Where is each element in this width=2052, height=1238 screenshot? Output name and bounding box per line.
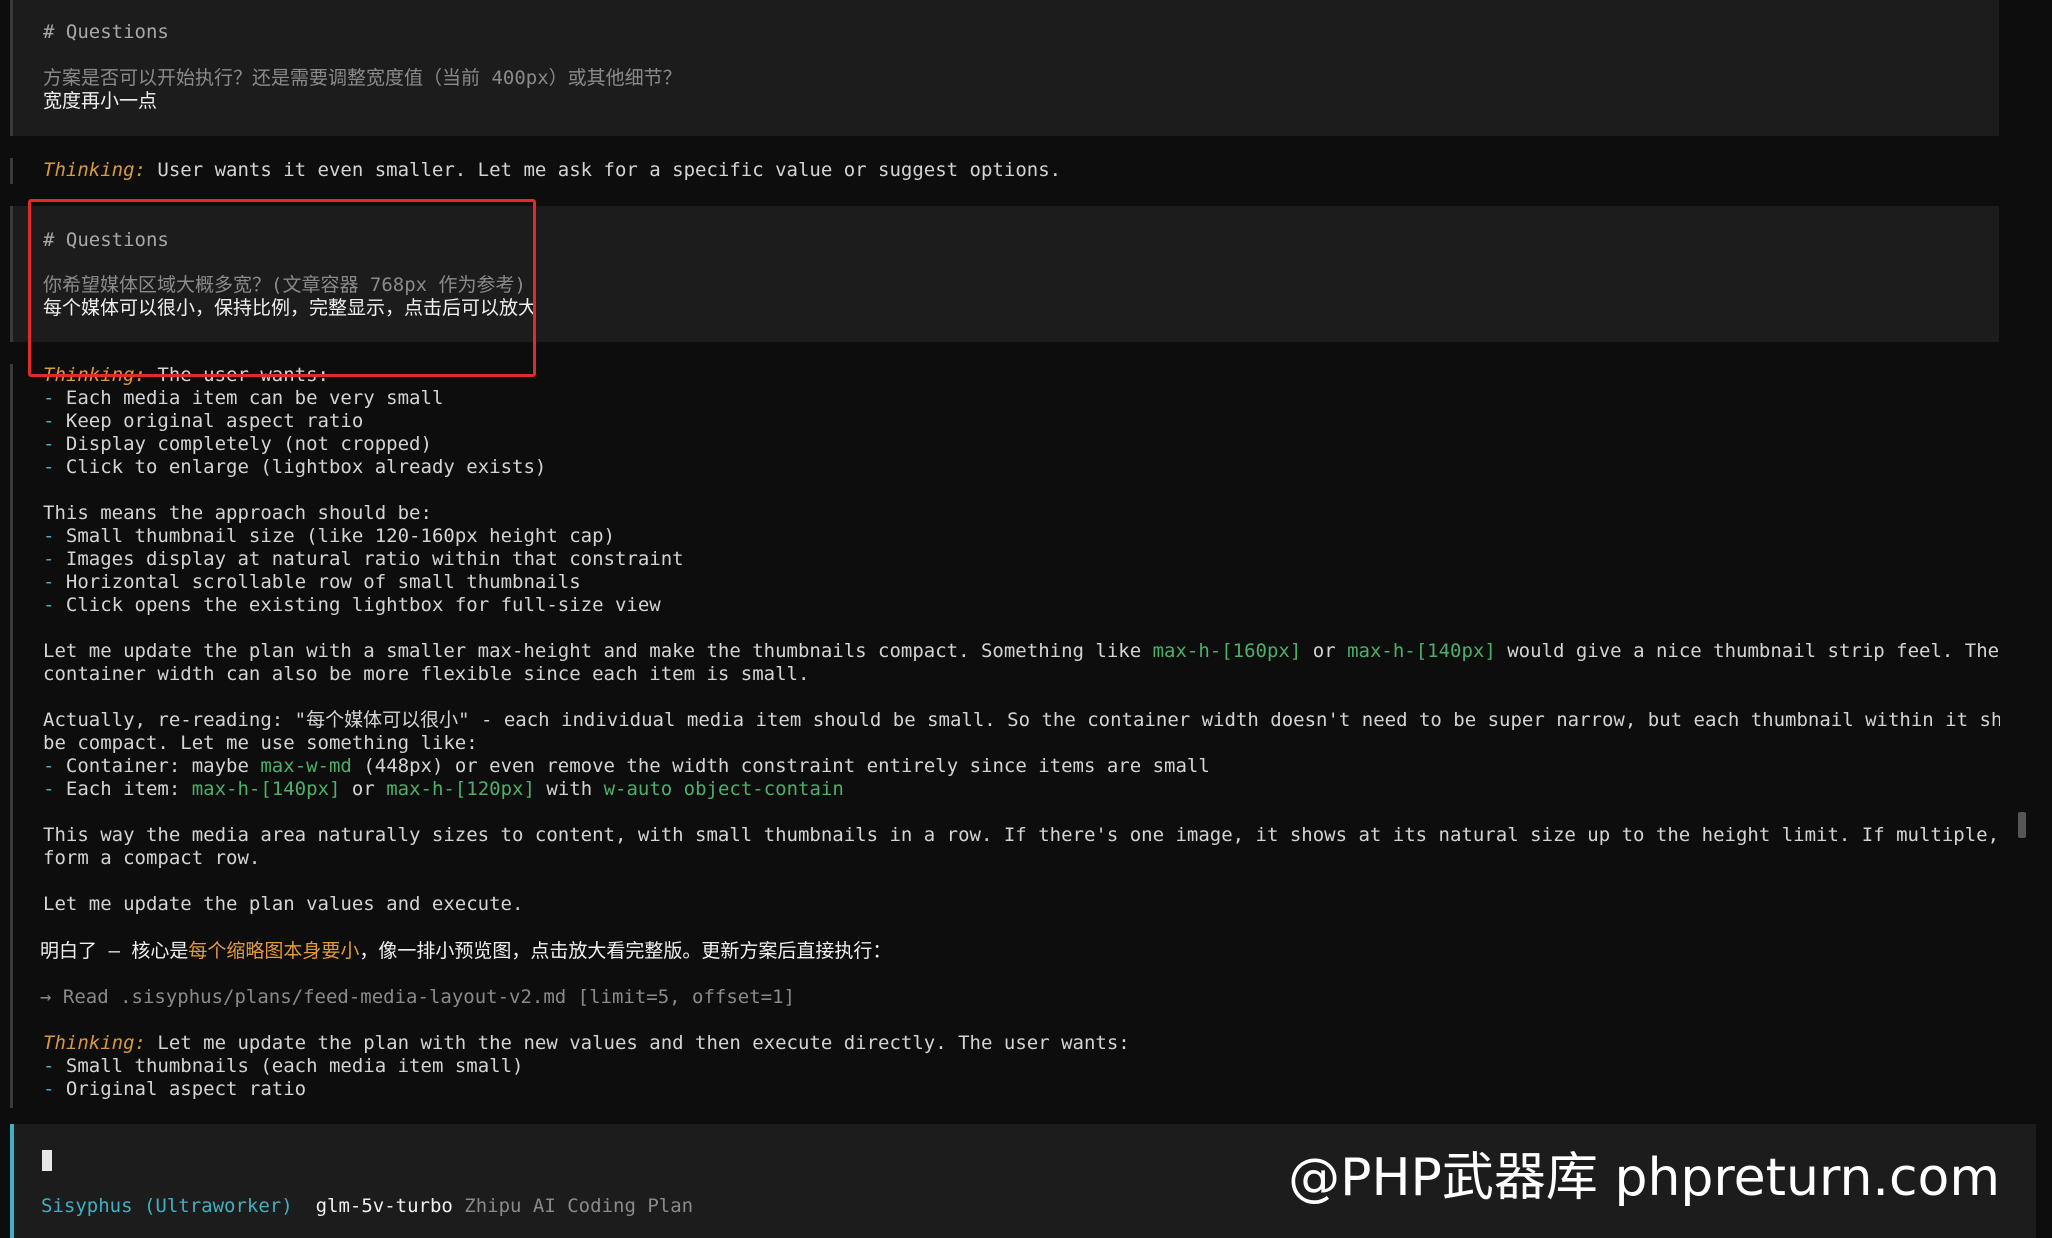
list-item: - Click opens the existing lightbox for … [43,594,661,616]
list-item: - Container: maybe max-w-md (448px) or e… [43,755,1210,777]
list-item: - Each media item can be very small [43,387,444,409]
list-item: - Original aspect ratio [43,1078,307,1100]
thinking-block-3: Thinking: Let me update the plan with th… [10,1032,1999,1108]
list-item: - Horizontal scrollable row of small thu… [43,571,581,593]
paragraph: form a compact row. [43,847,261,869]
agent-name[interactable]: Sisyphus (Ultraworker) [41,1195,293,1217]
text-cursor [42,1150,52,1171]
scrollbar-thumb[interactable] [2018,812,2026,838]
thinking-label: Thinking: [43,1032,146,1054]
reply-highlight: 每个缩略图本身要小 [188,940,360,962]
tool-call-line[interactable]: → Read .sisyphus/plans/feed-media-layout… [40,986,795,1009]
paragraph: container width can also be more flexibl… [43,663,810,685]
list-item: - Images display at natural ratio within… [43,548,684,570]
thinking-label: Thinking: [43,159,146,181]
provider-name: Zhipu AI Coding Plan [464,1195,694,1217]
paragraph: Let me update the plan with a smaller ma… [43,640,2000,662]
paragraph: be compact. Let me use something like: [43,732,478,754]
list-item: - Keep original aspect ratio [43,410,364,432]
paragraph: Actually, re-reading: "每个媒体可以很小" - each … [43,709,2000,731]
thinking-text: User wants it even smaller. Let me ask f… [145,159,1062,181]
paragraph: Let me update the plan values and execut… [43,893,524,915]
question-text: 方案是否可以开始执行？还是需要调整宽度值（当前 400px）或其他细节？ [43,67,682,89]
inline-code: max-w-md [260,755,352,777]
thinking-block-1: Thinking: User wants it even smaller. Le… [10,158,1999,184]
list-item: - Small thumbnail size (like 120-160px h… [43,525,615,547]
inline-code: w-auto object-contain [603,778,844,800]
paragraph: This means the approach should be: [43,502,432,524]
red-highlight-box [28,199,536,377]
transcript[interactable]: # Questions 方案是否可以开始执行？还是需要调整宽度值（当前 400p… [0,0,2000,1124]
answer-text: 宽度再小一点 [43,90,158,112]
inline-code: max-h-[140px] [191,778,341,800]
thinking-line: Thinking: Let me update the plan with th… [43,1032,1130,1054]
assistant-reply: 明白了 — 核心是每个缩略图本身要小，像一排小预览图，点击放大看完整版。更新方案… [10,940,1996,966]
list-item: - Small thumbnails (each media item smal… [43,1055,524,1077]
watermark: @PHP武器库 phpreturn.com [1288,1148,2000,1208]
list-item: - Each item: max-h-[140px] or max-h-[120… [43,778,844,800]
list-item: - Display completely (not cropped) [43,433,432,455]
status-line: Sisyphus (Ultraworker) glm-5v-turbo Zhip… [41,1195,693,1217]
question-heading: # Questions [43,21,169,43]
scrollbar[interactable] [2016,0,2028,1124]
list-item: - Click to enlarge (lightbox already exi… [43,456,547,478]
arrow-right-icon: → [40,986,52,1008]
inline-code: max-h-[120px] [386,778,535,800]
model-name[interactable]: glm-5v-turbo [316,1195,453,1217]
inline-code: max-h-[160px] [1152,640,1302,662]
inline-code: max-h-[140px] [1347,640,1496,662]
tool-call[interactable]: → Read .sisyphus/plans/feed-media-layout… [10,986,1996,1012]
thinking-line: Thinking: User wants it even smaller. Le… [43,159,1061,182]
reply-line: 明白了 — 核心是每个缩略图本身要小，像一排小预览图，点击放大看完整版。更新方案… [40,940,892,962]
question-block-1: # Questions 方案是否可以开始执行？还是需要调整宽度值（当前 400p… [10,0,1999,136]
paragraph: This way the media area naturally sizes … [43,824,2000,846]
